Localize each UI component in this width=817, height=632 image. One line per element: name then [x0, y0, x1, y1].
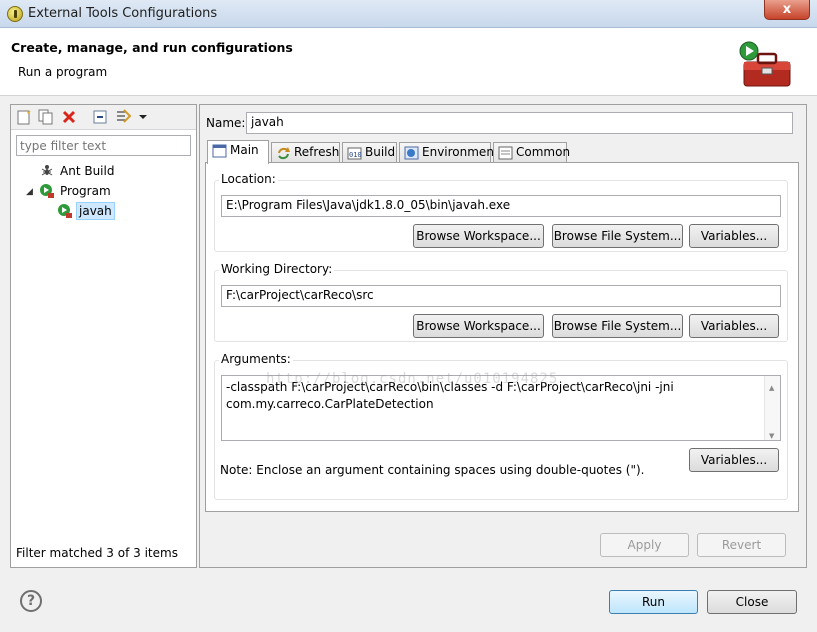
workdir-variables-button[interactable]: Variables...: [689, 314, 779, 338]
main-tab-icon: [212, 144, 227, 158]
tab-common[interactable]: Common: [493, 142, 570, 163]
eclipse-app-icon: [7, 6, 23, 22]
refresh-icon: [278, 147, 290, 160]
program-run-icon: [58, 204, 72, 218]
scroll-down-arrow-icon[interactable]: ▼: [769, 428, 774, 445]
help-icon[interactable]: ?: [20, 590, 42, 612]
window-close-button[interactable]: x: [764, 0, 810, 20]
run-button[interactable]: Run: [609, 590, 698, 614]
location-group: Location: E:\Program Files\Java\jdk1.8.0…: [214, 172, 788, 252]
svg-text:010: 010: [349, 151, 362, 159]
name-label: Name:: [206, 116, 246, 130]
location-variables-button[interactable]: Variables...: [689, 224, 779, 248]
arguments-label: Arguments:: [219, 352, 293, 366]
common-icon: [498, 146, 513, 160]
filter-input[interactable]: [16, 135, 191, 156]
name-field[interactable]: javah: [246, 112, 793, 134]
main-tab-content: Location: E:\Program Files\Java\jdk1.8.0…: [205, 162, 799, 512]
apply-button[interactable]: Apply: [600, 533, 689, 557]
filter-status: Filter matched 3 of 3 items: [16, 546, 178, 560]
config-toolbar: [11, 105, 196, 130]
tree-expander-program[interactable]: ◢: [26, 187, 33, 197]
program-run-icon: [40, 184, 54, 198]
revert-button[interactable]: Revert: [697, 533, 786, 557]
tree-item-label: javah: [76, 202, 115, 220]
arguments-line: com.my.carreco.CarPlateDetection: [226, 397, 434, 411]
collapse-all-icon[interactable]: [92, 109, 108, 125]
tab-build[interactable]: 010 Build: [342, 142, 397, 163]
environment-icon: [404, 146, 419, 160]
working-directory-group: Working Directory: F:\carProject\carReco…: [214, 262, 788, 342]
arguments-variables-button[interactable]: Variables...: [689, 448, 779, 472]
view-menu-icon[interactable]: [135, 109, 151, 125]
configuration-editor-panel: Name: javah Main Refresh 010 Build Envir…: [199, 104, 807, 568]
location-browse-workspace-button[interactable]: Browse Workspace...: [413, 224, 544, 248]
title-bar: External Tools Configurations x: [0, 0, 817, 28]
window-title: External Tools Configurations: [28, 6, 218, 21]
header-title: Create, manage, and run configurations: [11, 40, 293, 55]
workdir-browse-workspace-button[interactable]: Browse Workspace...: [413, 314, 544, 338]
tab-main[interactable]: Main: [207, 140, 269, 164]
tree-item-label: Program: [60, 184, 111, 198]
location-label: Location:: [219, 172, 278, 186]
header-message: Run a program: [18, 65, 108, 79]
arguments-scrollbar[interactable]: ▲ ▼: [764, 376, 780, 440]
filter-icon[interactable]: [115, 109, 131, 125]
arguments-note: Note: Enclose an argument containing spa…: [220, 463, 645, 477]
location-field[interactable]: E:\Program Files\Java\jdk1.8.0_05\bin\ja…: [221, 195, 781, 217]
tab-refresh[interactable]: Refresh: [271, 142, 340, 163]
dialog-header: Create, manage, and run configurations R…: [0, 28, 817, 96]
configuration-list-panel: Ant Build ◢ Program javah Filter matched…: [10, 104, 197, 568]
working-directory-label: Working Directory:: [219, 262, 335, 276]
tab-bar: Main Refresh 010 Build Environment Commo…: [205, 140, 799, 164]
scroll-up-arrow-icon[interactable]: ▲: [769, 380, 774, 397]
delete-icon[interactable]: [61, 109, 77, 125]
close-button[interactable]: Close: [707, 590, 797, 614]
build-icon: 010: [347, 147, 362, 160]
tab-environment[interactable]: Environment: [399, 142, 499, 163]
watermark-text: http://blog.csdn.net/u010194825: [266, 371, 559, 387]
toolbox-run-icon: [739, 41, 791, 87]
duplicate-icon[interactable]: [38, 109, 54, 125]
location-browse-file-system-button[interactable]: Browse File System...: [552, 224, 683, 248]
ant-icon: [41, 165, 53, 176]
tree-item-label: Ant Build: [60, 164, 115, 178]
workdir-browse-file-system-button[interactable]: Browse File System...: [552, 314, 683, 338]
new-configuration-icon[interactable]: [16, 109, 32, 125]
working-directory-field[interactable]: F:\carProject\carReco\src: [221, 285, 781, 307]
